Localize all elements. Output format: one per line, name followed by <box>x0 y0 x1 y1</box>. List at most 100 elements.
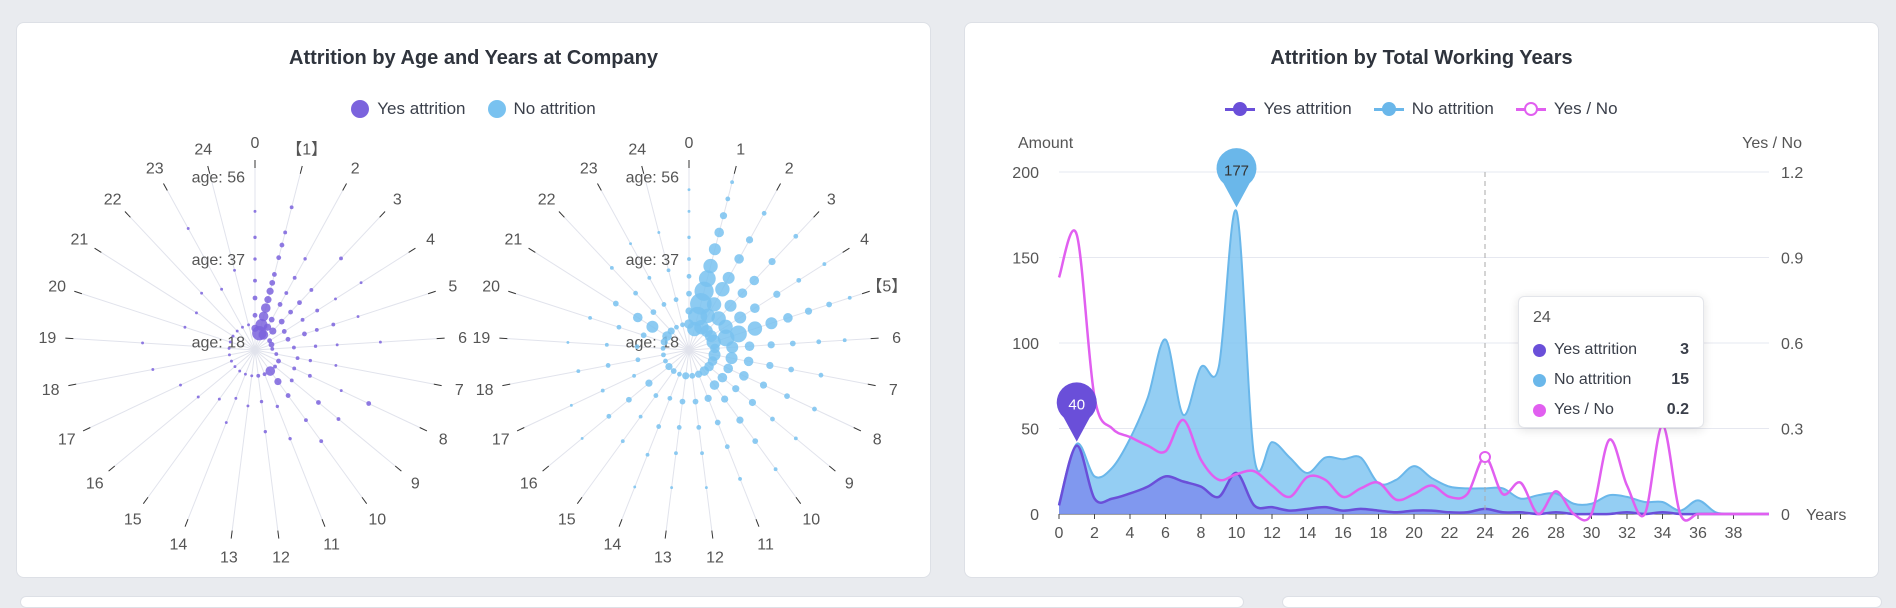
scatter-point <box>588 315 593 320</box>
scatter-point <box>271 272 277 277</box>
scatter-point <box>264 296 272 304</box>
polar-tick-mark <box>427 290 436 295</box>
polar-angle-label: 22 <box>538 191 556 208</box>
scatter-point <box>289 205 294 210</box>
scatter-point <box>336 417 341 421</box>
scatter-point <box>783 313 793 323</box>
polar-angle-label: 18 <box>476 382 494 399</box>
polar-angle-label: 17 <box>492 432 510 449</box>
scatter-point <box>679 398 686 405</box>
scatter-point <box>288 309 293 315</box>
polar-tick-mark <box>870 337 879 340</box>
scatter-point <box>292 366 297 371</box>
tooltip-row-yes: Yes attrition 3 <box>1533 335 1689 365</box>
tooltip-ratio-dot-icon <box>1533 403 1546 417</box>
polar-angle-label: 7 <box>889 382 898 399</box>
scatter-point <box>708 243 721 256</box>
scatter-point <box>200 291 204 295</box>
scatter-point <box>288 436 292 441</box>
scatter-point <box>569 403 573 407</box>
polar-tick-mark <box>74 290 83 295</box>
scatter-point <box>744 341 755 351</box>
scatter-point <box>256 373 261 378</box>
scatter-point <box>258 330 269 340</box>
scatter-point <box>276 358 281 364</box>
scatter-point <box>663 358 668 364</box>
scatter-point <box>233 365 237 369</box>
scatter-point <box>674 324 679 330</box>
polar-angle-label: 13 <box>654 549 672 566</box>
polar-tick-mark <box>361 496 368 505</box>
scatter-point <box>682 372 690 380</box>
yes-attrition-polar: 0 【1】234567891011121314151617181920212223… <box>39 135 468 566</box>
polar-angle-label: 15 <box>558 511 576 528</box>
scatter-point <box>656 424 662 429</box>
scatter-point <box>266 287 274 295</box>
polar-angle-label: 15 <box>124 511 142 528</box>
polar-angle-label: 11 <box>323 536 340 553</box>
legend-no-line-icon <box>1373 100 1404 118</box>
polar-tick-mark <box>828 465 836 472</box>
scatter-point <box>315 308 320 313</box>
scatter-point <box>269 327 277 335</box>
scatter-point <box>725 352 738 365</box>
polar-angle-label: 6 <box>892 330 901 347</box>
scatter-point <box>289 378 294 383</box>
polar-axis-line <box>254 252 409 351</box>
scatter-point <box>633 485 637 489</box>
polar-angle-label: 24 <box>628 142 646 159</box>
polar-angle-label: 23 <box>580 161 598 178</box>
scatter-point <box>620 439 625 444</box>
scatter-point <box>295 356 300 361</box>
polar-angle-label: 4 <box>426 232 435 249</box>
scatter-point <box>686 290 692 297</box>
scatter-point <box>141 341 144 345</box>
legend-item-no-attrition-line[interactable]: No attrition <box>1373 99 1494 119</box>
scatter-point <box>253 278 257 283</box>
scatter-point <box>721 395 729 403</box>
scatter-point <box>183 325 187 329</box>
scatter-point <box>258 311 269 322</box>
scatter-point <box>650 309 657 315</box>
legend-item-ratio-line[interactable]: Yes / No <box>1515 99 1618 119</box>
scatter-point <box>277 302 283 307</box>
scatter-point <box>334 363 338 367</box>
scatter-point <box>687 188 691 192</box>
scatter-point <box>739 371 749 381</box>
scatter-point <box>818 372 824 378</box>
polar-angle-label: 22 <box>104 191 122 208</box>
scatter-point <box>253 235 257 240</box>
scatter-point <box>339 389 343 393</box>
polar-angle-label: 8 <box>873 432 882 449</box>
polar-tick-mark <box>321 519 326 527</box>
scatter-point <box>640 332 647 339</box>
scatter-point <box>765 317 778 330</box>
scatter-point <box>714 227 724 238</box>
scatter-point <box>600 388 605 393</box>
scatter-point <box>747 321 763 336</box>
scatter-point <box>670 486 674 490</box>
polar-tick-mark <box>379 211 386 218</box>
total-years-legend[interactable]: Yes attrition No attrition Yes / No <box>965 99 1878 119</box>
polar-radius-label: age: 56 <box>626 170 679 187</box>
scatter-point <box>252 295 258 301</box>
legend-item-yes-attrition-line[interactable]: Yes attrition <box>1225 99 1352 119</box>
scatter-point <box>224 421 228 424</box>
scatter-point <box>314 327 319 332</box>
scatter-point <box>816 339 822 345</box>
scatter-point <box>687 235 691 240</box>
polar-tick-mark <box>142 496 149 505</box>
scatter-point <box>789 340 796 347</box>
scatter-point <box>283 230 288 235</box>
polar-tick-mark <box>853 427 862 432</box>
scatter-point <box>714 419 721 426</box>
polar-angle-label: 12 <box>272 549 290 566</box>
scatter-point <box>666 268 671 273</box>
scatter-point <box>634 344 640 350</box>
scatter-point <box>186 227 190 230</box>
polar-angle-label: 20 <box>48 279 66 296</box>
scatter-point <box>359 281 363 285</box>
scatter-point <box>632 373 637 378</box>
scatter-point <box>233 268 236 272</box>
scatter-point <box>285 336 291 342</box>
